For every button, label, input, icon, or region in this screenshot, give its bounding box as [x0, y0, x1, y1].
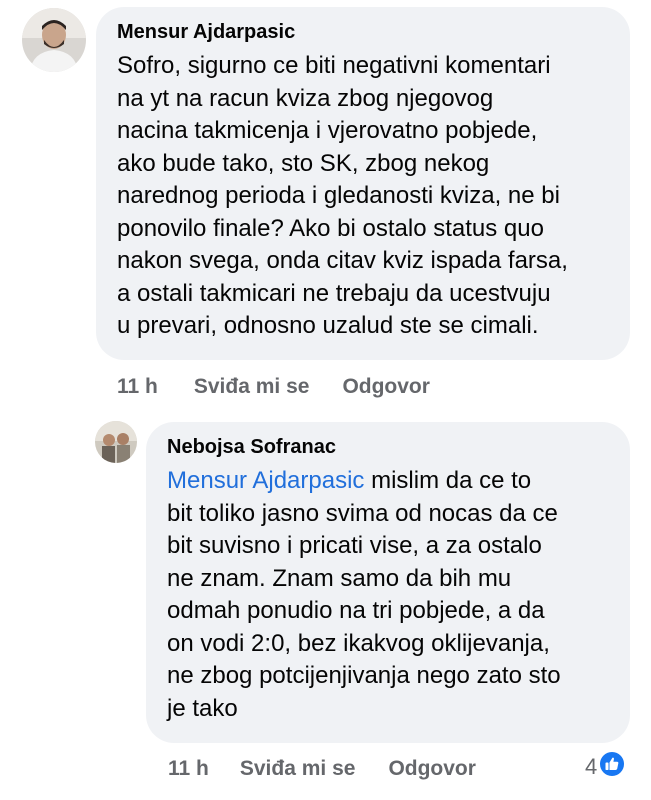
- comment-line: ne zbog potcijenjivanja nego zato sto: [167, 662, 561, 689]
- like-button[interactable]: Sviđa mi se: [240, 757, 356, 781]
- comment-line: na yt na racun kviza zbog njegovog: [117, 84, 494, 112]
- comment-line: nacina takmicenja i vjerovatno pobjede,: [117, 117, 538, 144]
- comment-line: ne znam. Znam samo da bih mu: [167, 564, 512, 592]
- reaction-summary[interactable]: 4: [585, 751, 626, 782]
- avatar[interactable]: [95, 421, 137, 463]
- comment-timestamp[interactable]: 11 h: [117, 375, 158, 399]
- comment-line: a ostali takmicari ne trebaju da ucestvu…: [117, 279, 551, 307]
- comment-text: Mensur Ajdarpasic mislim da ce to bit to…: [167, 465, 610, 725]
- reaction-count: 4: [585, 753, 598, 779]
- comment-timestamp[interactable]: 11 h: [168, 757, 209, 781]
- comment-line: u prevari, odnosno uzalud ste se cimali.: [117, 312, 539, 339]
- comment-line-rest: mislim da ce to: [364, 467, 532, 494]
- comment-line: ponovilo finale? Ako bi ostalo status qu…: [117, 214, 544, 242]
- comment-line: Sofro, sigurno ce biti negativni komenta…: [117, 52, 551, 79]
- comment-line: ako bude tako, sto SK, zbog nekog: [117, 149, 490, 177]
- comment-actions: 11 h Sviđa mi se Odgovor: [117, 375, 430, 399]
- like-icon: [599, 751, 626, 782]
- comment-line: Mensur Ajdarpasic mislim da ce to: [167, 465, 610, 498]
- comment-author[interactable]: Nebojsa Sofranac: [167, 435, 610, 459]
- comment-text: Sofro, sigurno ce biti negativni komenta…: [117, 50, 608, 343]
- comment-line: nakon svega, onda citav kviz ispada fars…: [117, 247, 568, 274]
- comment-line: je tako: [167, 694, 238, 722]
- comment-line: narednog perioda i gledanosti kviza, ne …: [117, 182, 560, 209]
- comment-author[interactable]: Mensur Ajdarpasic: [117, 20, 608, 44]
- mention-link[interactable]: Mensur Ajdarpasic: [167, 467, 364, 494]
- reply-button[interactable]: Odgovor: [342, 375, 430, 399]
- comment-line: bit toliko jasno svima od nocas da ce: [167, 499, 558, 527]
- like-button[interactable]: Sviđa mi se: [194, 375, 310, 399]
- comment-bubble: Mensur Ajdarpasic Sofro, sigurno ce biti…: [96, 7, 630, 360]
- comment-line: on vodi 2:0, bez ikakvog oklijevanja,: [167, 629, 550, 657]
- comment-line: odmah ponudio na tri pobjede, a da: [167, 597, 545, 624]
- reply-button[interactable]: Odgovor: [388, 757, 476, 781]
- comment-actions: 11 h Sviđa mi se Odgovor: [168, 757, 476, 781]
- avatar[interactable]: [22, 8, 86, 72]
- avatar-photo: [22, 8, 86, 72]
- comment-line: bit suvisno i pricati vise, a za ostalo: [167, 532, 542, 559]
- avatar-photo: [95, 421, 137, 463]
- comment-bubble: Nebojsa Sofranac Mensur Ajdarpasic misli…: [146, 422, 630, 743]
